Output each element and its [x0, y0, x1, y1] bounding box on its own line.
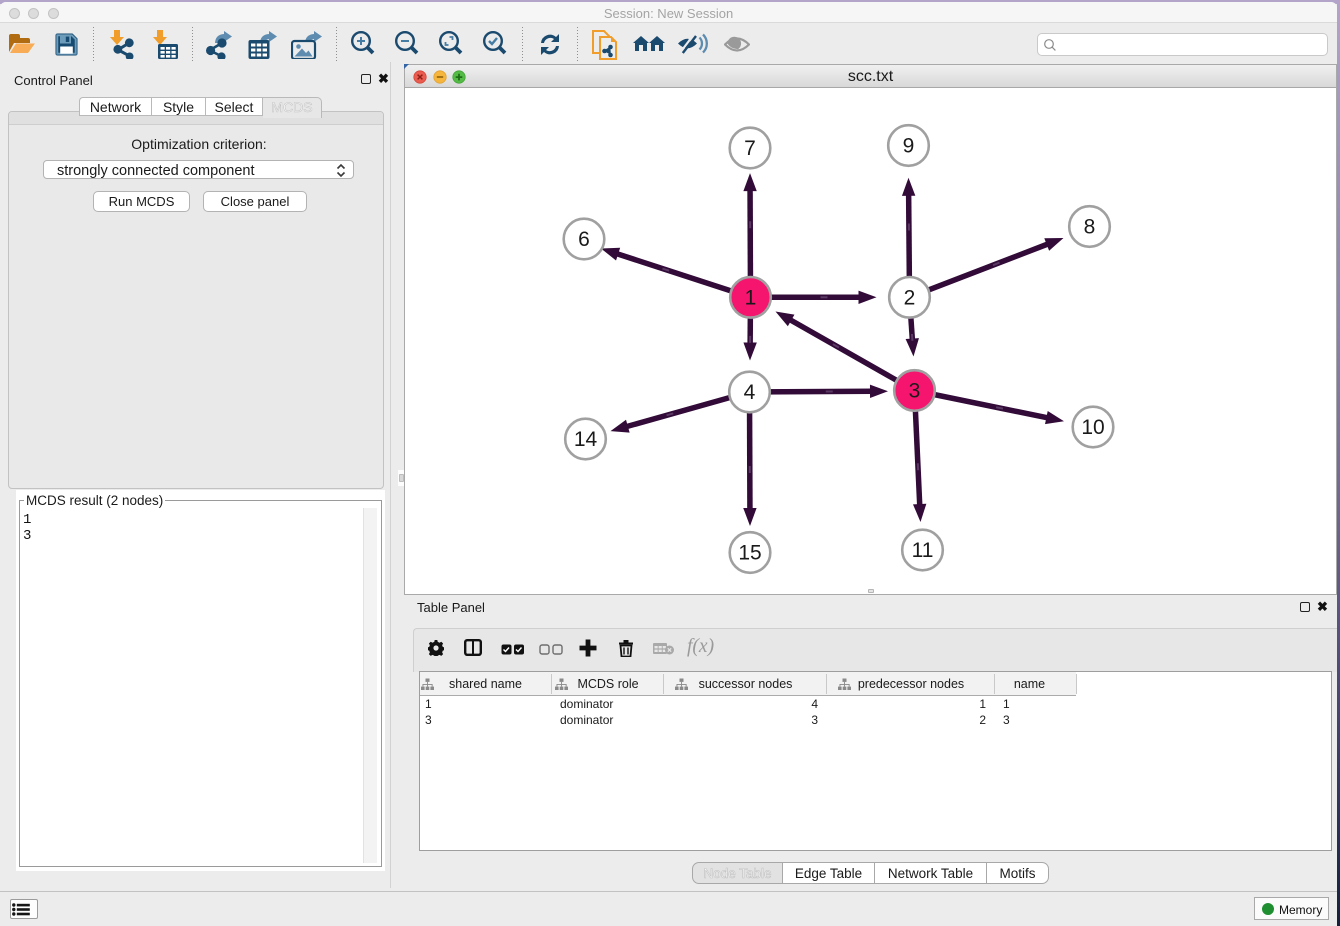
svg-text:15: 15: [738, 542, 761, 565]
svg-text:1: 1: [745, 286, 757, 309]
svg-text:6: 6: [578, 228, 590, 251]
svg-text:10: 10: [1081, 416, 1104, 439]
svg-text:4: 4: [744, 381, 756, 404]
svg-text:14: 14: [574, 428, 598, 451]
svg-text:7: 7: [744, 137, 756, 160]
svg-text:11: 11: [912, 539, 934, 562]
svg-text:2: 2: [904, 286, 916, 309]
svg-text:9: 9: [903, 135, 915, 158]
svg-text:8: 8: [1084, 216, 1096, 239]
svg-text:3: 3: [909, 380, 921, 403]
